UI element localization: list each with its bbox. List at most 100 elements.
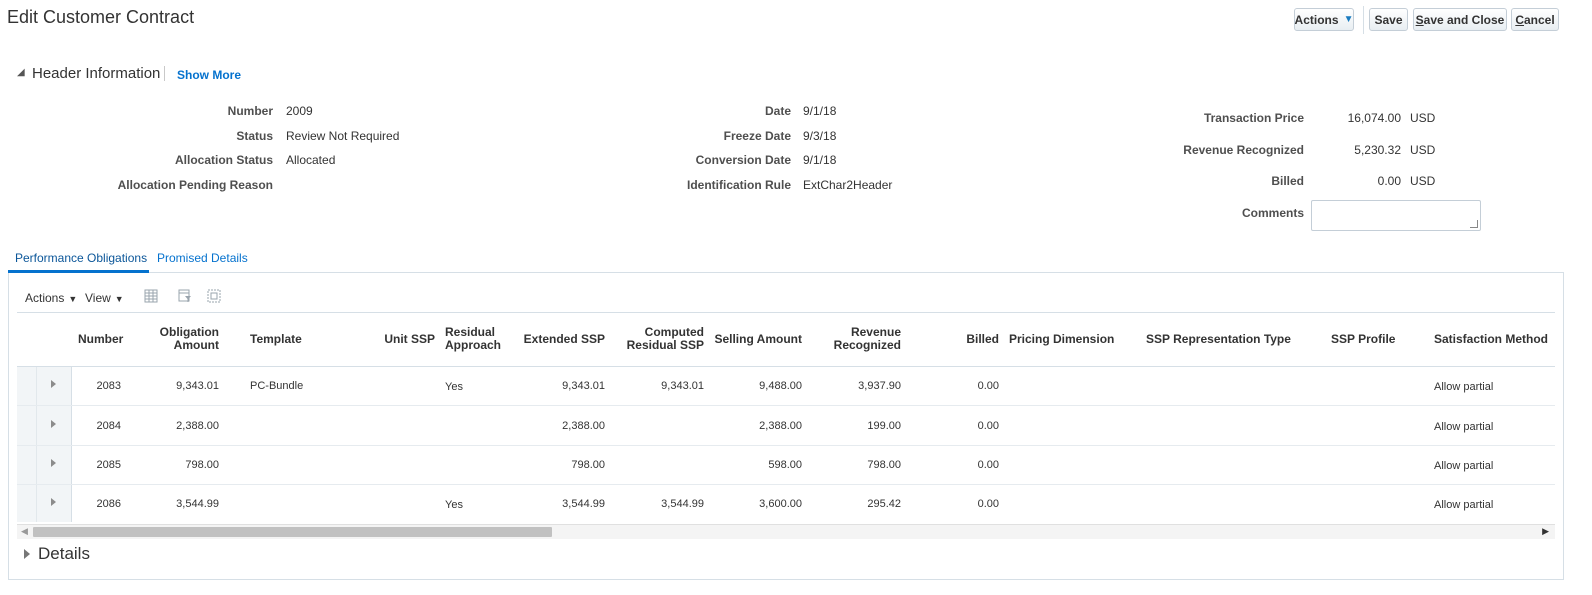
column-header-ssp-representation-type[interactable]: SSP Representation Type: [1146, 333, 1291, 346]
column-header-text: Unit SSP: [384, 332, 435, 346]
column-header-selling-amount[interactable]: Selling Amount: [705, 333, 802, 346]
cell-extended-ssp: 9,343.01: [562, 380, 605, 392]
column-header-text: SSP Profile: [1331, 332, 1396, 346]
field-label-transaction-price: Transaction Price: [1203, 111, 1304, 125]
save-and-close-button[interactable]: Save and Close: [1413, 8, 1507, 31]
cell-number: 2084: [96, 420, 121, 432]
field-value-number: 2009: [286, 104, 313, 118]
expand-row-icon[interactable]: [51, 459, 56, 467]
cell-selling-amount: 598.00: [768, 459, 802, 471]
column-header-pricing-dimension[interactable]: Pricing Dimension: [1009, 333, 1114, 346]
show-more-link[interactable]: Show More: [177, 68, 241, 82]
column-header-text: Number: [78, 332, 124, 346]
field-label-revenue-recognized: Revenue Recognized: [1183, 143, 1304, 157]
freeze-columns-icon[interactable]: [144, 289, 158, 303]
field-label-allocation-status: Allocation Status: [174, 153, 273, 167]
column-header-text: Satisfaction Method: [1434, 332, 1549, 346]
field-label-identification-rule: Identification Rule: [686, 178, 791, 192]
cancel-label: ancel: [1524, 12, 1555, 27]
cell-satisfaction-method: Allow partial: [1434, 421, 1494, 433]
collapse-triangle-icon[interactable]: ◢: [17, 67, 25, 78]
column-header-text: Template: [250, 332, 302, 346]
scroll-left-arrow-icon[interactable]: ◀: [21, 526, 28, 537]
cell-satisfaction-method: Allow partial: [1434, 460, 1494, 472]
cell-obligation-amount: 798.00: [185, 459, 219, 471]
field-label-status: Status: [236, 129, 273, 143]
field-value-billed: 0.00: [1377, 174, 1401, 188]
column-header-text: Billed: [966, 332, 999, 346]
cell-obligation-amount: 9,343.01: [176, 380, 219, 392]
expand-row-icon[interactable]: [51, 380, 56, 388]
performance-obligations-table: Number Obligation Amount Template Unit SS…: [17, 312, 1555, 522]
cell-residual-approach: Yes: [445, 499, 463, 511]
details-section-title[interactable]: Details: [38, 544, 90, 564]
field-value-status: Review Not Required: [286, 129, 400, 143]
cell-number: 2085: [96, 459, 121, 471]
field-label-date: Date: [764, 104, 791, 118]
scrollbar-thumb[interactable]: [33, 527, 552, 537]
table-actions-menu[interactable]: Actions ▼: [25, 291, 77, 305]
resize-grip-icon[interactable]: [1470, 220, 1478, 228]
table-view-menu[interactable]: View ▼: [85, 291, 124, 305]
column-header-residual-approach[interactable]: Residual Approach: [445, 326, 501, 352]
column-header-ssp-profile[interactable]: SSP Profile: [1331, 333, 1395, 346]
column-header-billed[interactable]: Billed: [939, 333, 999, 346]
column-header-text: Amount: [173, 338, 219, 352]
field-value-date: 9/1/18: [803, 104, 837, 118]
tab-performance-obligations[interactable]: Performance Obligations: [15, 251, 147, 265]
save-button[interactable]: Save: [1369, 8, 1408, 31]
column-header-text: Approach: [445, 338, 502, 352]
cancel-button[interactable]: Cancel: [1511, 8, 1559, 31]
actions-label: Actions: [1294, 12, 1339, 27]
column-header-number[interactable]: Number: [78, 333, 123, 346]
field-currency-revenue-recognized: USD: [1410, 143, 1436, 157]
field-value-identification-rule: ExtChar2Header: [803, 178, 893, 192]
cancel-mnemonic: C: [1515, 12, 1524, 27]
column-header-obligation-amount[interactable]: Obligation Amount: [147, 326, 219, 352]
expand-triangle-icon[interactable]: [24, 549, 30, 559]
cell-extended-ssp: 798.00: [571, 459, 605, 471]
table-actions-label: Actions: [25, 291, 65, 305]
header-divider: [164, 66, 165, 81]
cell-revenue-recognized: 798.00: [867, 459, 901, 471]
column-header-extended-ssp[interactable]: Extended SSP: [515, 333, 605, 346]
filter-icon[interactable]: [178, 289, 192, 303]
cell-billed: 0.00: [977, 420, 999, 432]
scroll-right-arrow-icon[interactable]: ▶: [1542, 526, 1549, 537]
cell-revenue-recognized: 199.00: [867, 420, 901, 432]
actions-menu-button[interactable]: Actions ▼: [1294, 8, 1354, 31]
column-header-revenue-recognized[interactable]: Revenue Recognized: [811, 326, 901, 352]
column-header-unit-ssp[interactable]: Unit SSP: [365, 333, 435, 346]
expand-row-icon[interactable]: [51, 420, 56, 428]
column-header-computed-residual-ssp[interactable]: Computed Residual SSP: [614, 326, 704, 352]
cell-extended-ssp: 3,544.99: [562, 498, 605, 510]
horizontal-scrollbar[interactable]: ◀ ▶: [17, 524, 1555, 539]
column-header-satisfaction-method[interactable]: Satisfaction Method: [1434, 333, 1548, 346]
comments-textarea[interactable]: [1311, 200, 1481, 231]
expand-row-icon[interactable]: [51, 498, 56, 506]
cell-selling-amount: 9,488.00: [759, 380, 802, 392]
column-header-template[interactable]: Template: [250, 333, 302, 346]
chevron-down-icon: ▼: [68, 294, 78, 304]
toolbar-divider: [1363, 6, 1364, 34]
table-view-label: View: [85, 291, 111, 305]
table-row[interactable]: 2084 2,388.00 2,388.00 2,388.00 199.00 0…: [17, 406, 1555, 446]
cell-template: PC-Bundle: [250, 380, 304, 392]
field-value-conversion-date: 9/1/18: [803, 153, 837, 167]
table-row[interactable]: 2085 798.00 798.00 598.00 798.00 0.00 Al…: [17, 445, 1555, 485]
cell-residual-approach: Yes: [445, 381, 463, 393]
table-row[interactable]: 2083 9,343.01 PC-Bundle Yes 9,343.01 9,3…: [17, 366, 1555, 406]
table-row[interactable]: 2086 3,544.99 Yes 3,544.99 3,544.99 3,60…: [17, 484, 1555, 522]
tab-promised-details[interactable]: Promised Details: [157, 251, 248, 265]
cell-billed: 0.00: [977, 498, 999, 510]
cell-billed: 0.00: [977, 459, 999, 471]
cell-computed-residual-ssp: 9,343.01: [661, 380, 704, 392]
field-label-number: Number: [227, 104, 273, 118]
field-label-allocation-pending-reason: Allocation Pending Reason: [117, 178, 273, 192]
cell-selling-amount: 2,388.00: [759, 420, 802, 432]
column-header-text: Recognized: [833, 338, 901, 352]
column-header-text: SSP Representation Type: [1146, 332, 1291, 346]
cell-selling-amount: 3,600.00: [759, 498, 802, 510]
detach-icon[interactable]: [207, 289, 221, 303]
column-header-text: Residual SSP: [626, 338, 704, 352]
